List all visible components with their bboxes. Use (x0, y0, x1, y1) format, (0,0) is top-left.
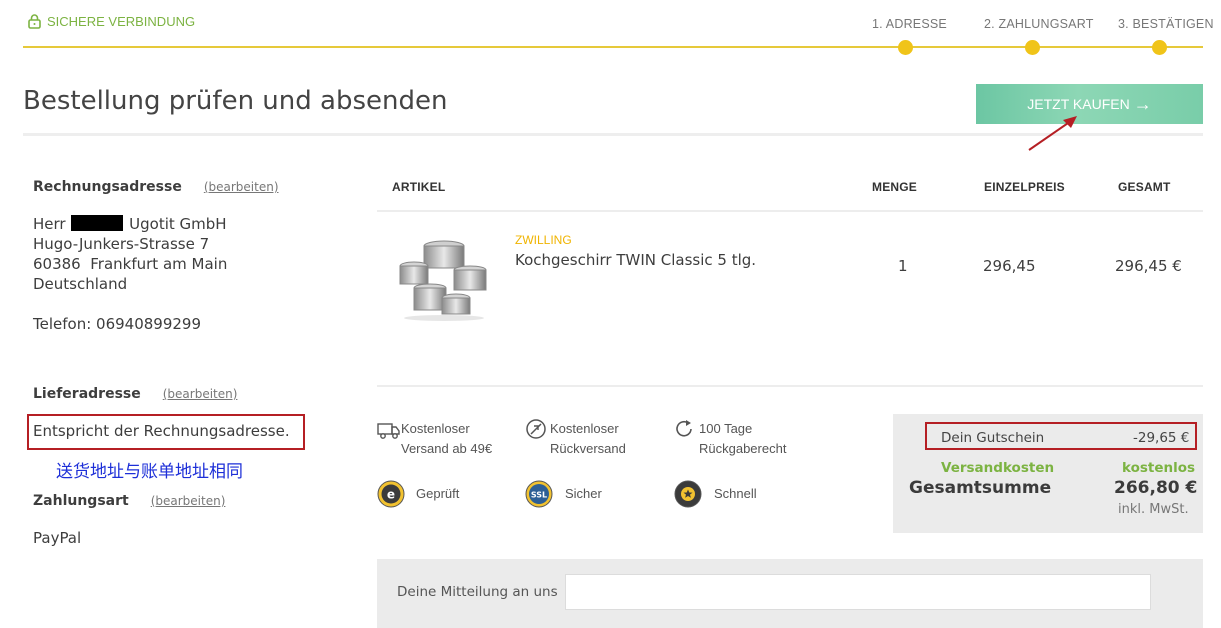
payment-edit-link[interactable]: (bearbeiten) (151, 494, 226, 508)
table-header-divider (377, 210, 1203, 212)
lock-icon (28, 14, 41, 29)
secure-connection-indicator: SICHERE VERBINDUNG (28, 14, 195, 29)
product-image[interactable] (394, 236, 494, 322)
refresh-icon (676, 420, 692, 437)
shipping-cost-value: kostenlos (1122, 460, 1196, 476)
product-unit-price: 296,45 (983, 257, 1036, 275)
product-name[interactable]: Kochgeschirr TWIN Classic 5 tlg. (515, 251, 756, 269)
svg-text:e: e (387, 488, 395, 502)
badge-free-shipping-line1: Kostenloser (401, 421, 470, 436)
step-payment-dot[interactable] (1025, 40, 1040, 55)
billing-name-line: Herr Ugotit GmbH (33, 214, 227, 234)
buy-now-label: JETZT KAUFEN (1027, 96, 1130, 112)
svg-text:SSL: SSL (531, 491, 547, 500)
trusted-shops-icon: e (377, 480, 405, 508)
secure-connection-label: SICHERE VERBINDUNG (47, 14, 196, 29)
voucher-value: -29,65 € (1133, 430, 1190, 446)
truck-icon (377, 423, 400, 439)
vat-note: inkl. MwSt. (1118, 502, 1189, 517)
grand-total-label: Gesamtsumme (909, 478, 1052, 498)
step-confirm-label: 3. BESTÄTIGEN (1118, 17, 1214, 31)
step-address-dot[interactable] (898, 40, 913, 55)
billing-company: Ugotit GmbH (129, 215, 227, 233)
column-header-total: GESAMT (1118, 180, 1171, 194)
return-circle-icon (526, 419, 546, 439)
product-total: 296,45 € (1115, 257, 1182, 275)
badge-free-shipping: Kostenloser Versand ab 49€ (401, 419, 492, 459)
billing-street: Hugo-Junkers-Strasse 7 (33, 235, 210, 253)
table-footer-divider (377, 385, 1203, 387)
step-address-label[interactable]: 1. ADRESSE (872, 17, 947, 31)
billing-heading-row: Rechnungsadresse (bearbeiten) (33, 179, 279, 195)
badge-fast-label: Schnell (714, 486, 757, 501)
badge-free-return: Kostenloser Rückversand (550, 419, 626, 459)
column-header-quantity: MENGE (872, 180, 918, 194)
billing-edit-link[interactable]: (bearbeiten) (204, 180, 279, 194)
product-brand[interactable]: ZWILLING (515, 233, 572, 247)
delivery-edit-link[interactable]: (bearbeiten) (163, 387, 238, 401)
billing-salutation: Herr (33, 215, 66, 233)
payment-method: PayPal (33, 529, 82, 547)
voucher-label: Dein Gutschein (941, 430, 1045, 446)
annotation-red-arrow (1028, 116, 1077, 151)
payment-heading-row: Zahlungsart (bearbeiten) (33, 493, 225, 509)
badge-free-return-line2: Rückversand (550, 441, 626, 456)
billing-phone: Telefon: 06940899299 (33, 315, 202, 333)
star-badge-icon (674, 480, 702, 508)
grand-total-value: 266,80 € (1114, 478, 1198, 498)
column-header-article: ARTIKEL (392, 180, 446, 194)
arrow-right-icon: → (1133, 94, 1152, 114)
message-input[interactable] (565, 574, 1151, 610)
redacted-name (71, 215, 124, 231)
billing-heading: Rechnungsadresse (33, 179, 182, 195)
page-title: Bestellung prüfen und absenden (23, 86, 448, 116)
billing-address-block: Herr Ugotit GmbH Hugo-Junkers-Strasse 7 … (33, 214, 227, 334)
product-quantity: 1 (898, 257, 908, 275)
step-confirm-dot (1152, 40, 1167, 55)
badge-free-shipping-line2: Versand ab 49€ (401, 441, 493, 456)
message-label: Deine Mitteilung an uns (397, 584, 558, 600)
badge-return-period: 100 Tage Rückgaberecht (699, 419, 786, 459)
billing-city: 60386 Frankfurt am Main (33, 255, 228, 273)
billing-country: Deutschland (33, 275, 128, 293)
badge-return-period-line1: 100 Tage (699, 421, 753, 436)
step-payment-label[interactable]: 2. ZAHLUNGSART (984, 17, 1094, 31)
badge-tested-label: Geprüft (416, 486, 460, 501)
delivery-heading: Lieferadresse (33, 386, 141, 402)
badge-return-period-line2: Rückgaberecht (699, 441, 787, 456)
ssl-icon: SSL (525, 480, 553, 508)
badge-secure-label: Sicher (565, 486, 602, 501)
buy-now-button[interactable]: JETZT KAUFEN → (976, 84, 1203, 124)
delivery-heading-row: Lieferadresse (bearbeiten) (33, 386, 237, 402)
badge-free-return-line1: Kostenloser (550, 421, 619, 436)
payment-heading: Zahlungsart (33, 493, 129, 509)
delivery-same-text: Entspricht der Rechnungsadresse. (33, 422, 290, 440)
shipping-cost-label: Versandkosten (941, 460, 1055, 476)
annotation-chinese-note: 送货地址与账单地址相同 (56, 462, 243, 482)
column-header-unit-price: EINZELPREIS (984, 180, 1065, 194)
